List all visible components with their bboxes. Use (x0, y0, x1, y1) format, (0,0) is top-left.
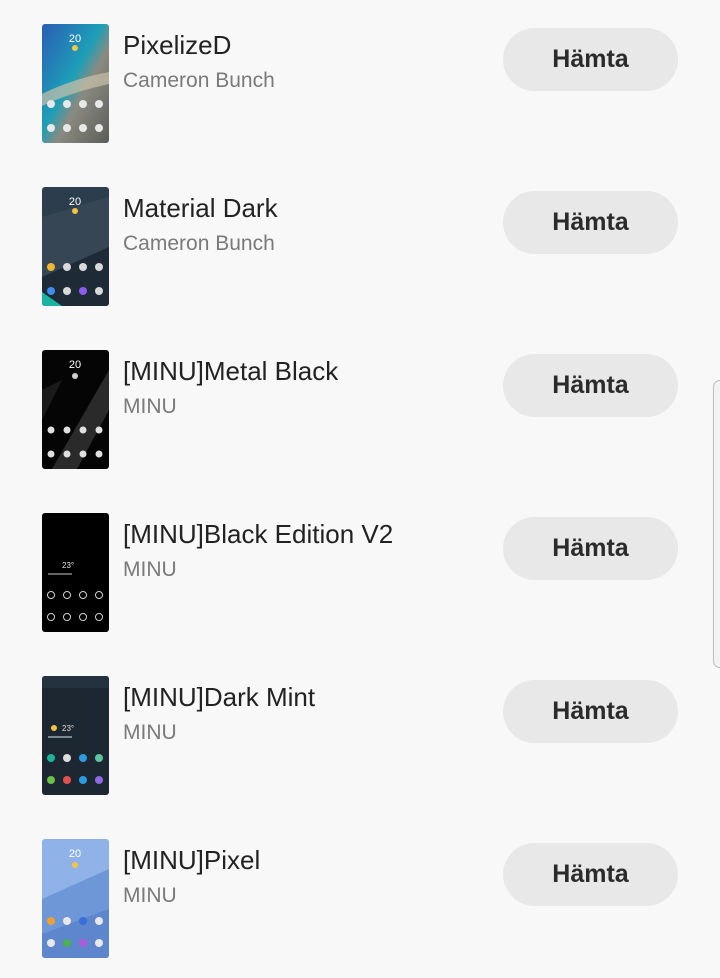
theme-list: 20 PixelizeD Cameron Bunch Hämta 20 Mate… (0, 0, 720, 963)
theme-author: MINU (123, 395, 177, 418)
theme-title: PixelizeD (123, 30, 232, 60)
theme-title: [MINU]Metal Black (123, 356, 339, 386)
theme-thumbnail[interactable]: 23° (42, 676, 109, 795)
download-button[interactable]: Hämta (503, 28, 678, 91)
theme-thumbnail[interactable]: 20 (42, 839, 109, 958)
theme-author: Cameron Bunch (123, 232, 275, 255)
theme-thumbnail[interactable]: 20 (42, 350, 109, 469)
theme-list-item[interactable]: 23° [MINU]Dark Mint MINU Hämta (0, 652, 720, 815)
theme-title: [MINU]Black Edition V2 (123, 519, 394, 549)
thumbnail-clock: 20 (69, 196, 81, 208)
thumbnail-clock: 23° (62, 561, 74, 570)
theme-thumbnail[interactable]: 20 (42, 187, 109, 306)
theme-author: MINU (123, 558, 177, 581)
theme-list-item[interactable]: 20 [MINU]Pixel MINU Hämta (0, 815, 720, 978)
theme-author: MINU (123, 884, 177, 907)
theme-title: [MINU]Pixel (123, 845, 261, 875)
theme-thumbnail[interactable]: 23° (42, 513, 109, 632)
theme-list-item[interactable]: 23° [MINU]Black Edition V2 MINU Hämta (0, 489, 720, 652)
download-button[interactable]: Hämta (503, 191, 678, 254)
theme-list-item[interactable]: 20 Material Dark Cameron Bunch Hämta (0, 163, 720, 326)
download-button[interactable]: Hämta (503, 354, 678, 417)
download-button[interactable]: Hämta (503, 680, 678, 743)
theme-title: [MINU]Dark Mint (123, 682, 316, 712)
thumbnail-clock: 23° (62, 724, 74, 733)
theme-list-item[interactable]: 20 [MINU]Metal Black MINU Hämta (0, 326, 720, 489)
download-button[interactable]: Hämta (503, 843, 678, 906)
theme-author: MINU (123, 721, 177, 744)
download-button[interactable]: Hämta (503, 517, 678, 580)
theme-author: Cameron Bunch (123, 69, 275, 92)
thumbnail-clock: 20 (69, 848, 81, 860)
theme-list-item[interactable]: 20 PixelizeD Cameron Bunch Hämta (0, 0, 720, 163)
theme-title: Material Dark (123, 193, 278, 223)
scrollbar-handle[interactable] (713, 380, 720, 668)
thumbnail-clock: 20 (69, 33, 81, 45)
theme-thumbnail[interactable]: 20 (42, 24, 109, 143)
thumbnail-clock: 20 (69, 359, 81, 371)
